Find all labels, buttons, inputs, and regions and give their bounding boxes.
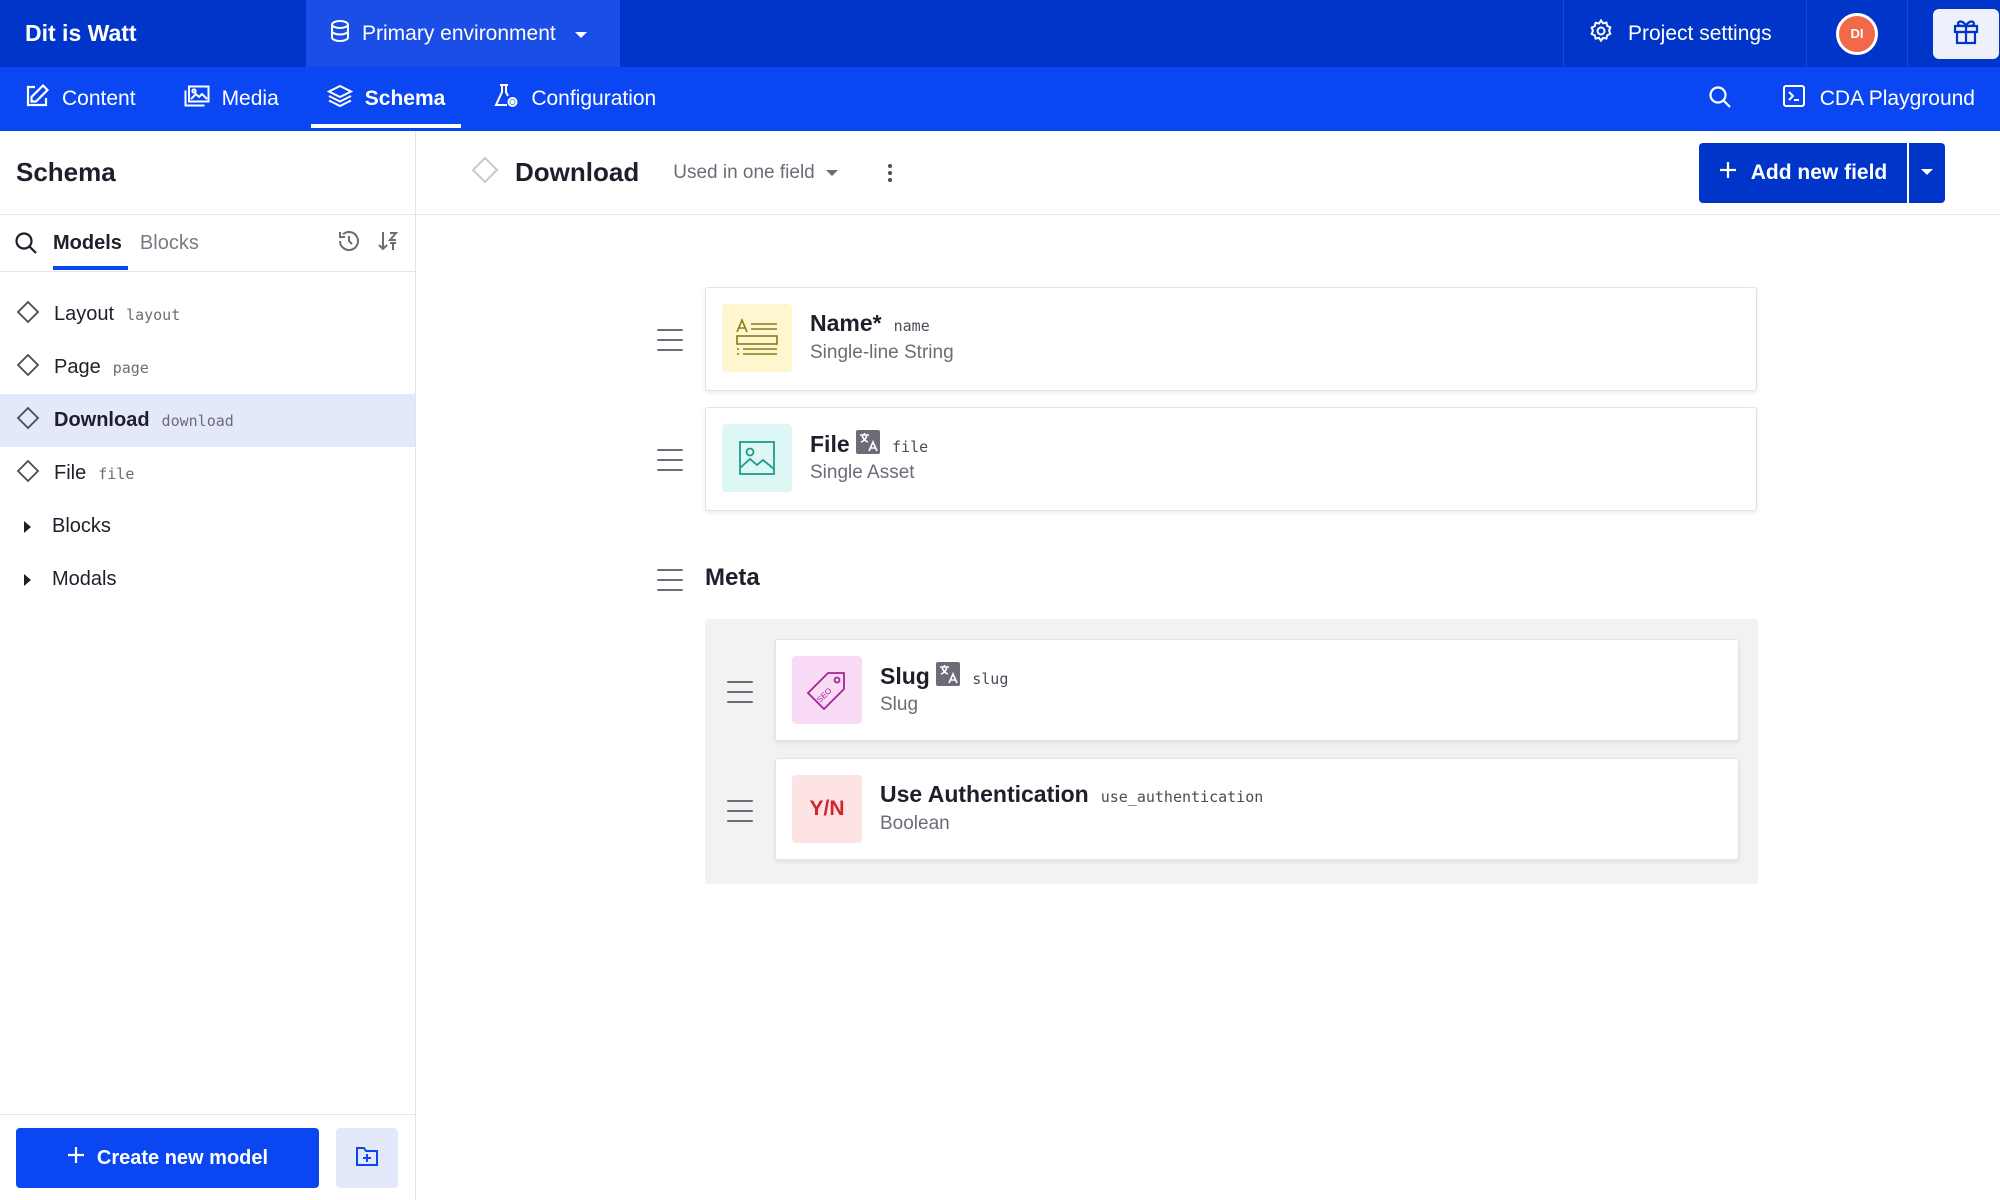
drag-handle-icon[interactable] <box>657 569 683 591</box>
drag-handle-icon[interactable] <box>657 449 683 471</box>
history-icon[interactable] <box>337 229 361 258</box>
usage-dropdown[interactable]: Used in one field <box>673 162 839 184</box>
edit-icon <box>24 83 50 115</box>
diamond-icon <box>471 156 499 189</box>
field-card-file[interactable]: File file Single Asset <box>705 407 1757 511</box>
flask-gear-icon <box>493 83 519 115</box>
model-item-page[interactable]: Page page <box>0 341 415 394</box>
sidebar-tabs: Models Blocks <box>0 215 415 272</box>
field-label: Slug <box>880 662 961 690</box>
image-icon <box>184 85 210 113</box>
diamond-icon <box>16 353 40 383</box>
fieldset-meta: SEO Slug slug Slug Y/N Use Authenticatio… <box>705 619 1758 884</box>
field-card-use-authentication[interactable]: Y/N Use Authentication use_authenticatio… <box>775 758 1739 860</box>
search-icon <box>1708 85 1732 114</box>
field-type: Boolean <box>880 813 950 834</box>
model-tree: Layout layout Page page Download downloa… <box>0 272 415 606</box>
field-card-name[interactable]: Name* name Single-line String <box>705 287 1757 391</box>
environment-switcher[interactable]: Primary environment <box>306 0 620 67</box>
new-folder-button[interactable] <box>336 1128 398 1188</box>
schema-sidebar: Schema Models Blocks Layout layout Page … <box>0 131 416 1200</box>
create-new-model-button[interactable]: Create new model <box>16 1128 319 1188</box>
avatar: DI <box>1836 12 1878 55</box>
model-editor: Download Used in one field Add new field… <box>417 131 2000 1200</box>
search-icon[interactable] <box>14 231 38 255</box>
nav-bar: Content Media Schema Configuration CDA P… <box>0 67 2000 131</box>
group-item-modals[interactable]: Modals <box>0 553 415 606</box>
global-search-button[interactable] <box>1688 67 1752 131</box>
tab-blocks[interactable]: Blocks <box>131 215 208 272</box>
project-name[interactable]: Dit is Watt <box>0 0 306 67</box>
sidebar-title: Schema <box>0 131 415 215</box>
field-card-slug[interactable]: SEO Slug slug Slug <box>775 639 1739 741</box>
tab-media[interactable]: Media <box>160 67 303 131</box>
boolean-icon: Y/N <box>792 775 862 843</box>
caret-right-icon <box>16 573 38 587</box>
gear-icon <box>1589 18 1613 49</box>
field-label: Name* <box>810 310 882 336</box>
plus-icon <box>67 1146 85 1170</box>
diamond-icon <box>16 406 40 436</box>
user-menu[interactable]: DI <box>1806 0 1908 67</box>
more-options-icon[interactable] <box>887 163 893 183</box>
environment-label: Primary environment <box>362 21 556 45</box>
add-field-options-button[interactable] <box>1907 143 1945 203</box>
drag-handle-icon[interactable] <box>657 329 683 351</box>
project-settings-button[interactable]: Project settings <box>1563 0 1806 67</box>
image-icon <box>722 424 792 492</box>
field-type: Slug <box>880 694 919 715</box>
model-title: Download <box>515 157 640 187</box>
add-new-field-group: Add new field <box>1699 143 1945 203</box>
group-item-blocks[interactable]: Blocks <box>0 500 415 553</box>
sort-icon[interactable] <box>377 230 399 257</box>
text-field-icon <box>722 304 792 372</box>
fieldset-title[interactable]: Meta <box>705 564 760 592</box>
model-item-file[interactable]: File file <box>0 447 415 500</box>
add-new-field-button[interactable]: Add new field <box>1699 143 1907 203</box>
caret-right-icon <box>16 520 38 534</box>
model-item-download[interactable]: Download download <box>0 394 415 447</box>
project-settings-label: Project settings <box>1628 21 1772 45</box>
field-api-key: name <box>893 317 930 335</box>
field-api-key: slug <box>972 670 1009 688</box>
plus-icon <box>1719 161 1737 185</box>
caret-down-icon <box>574 22 588 46</box>
tab-configuration[interactable]: Configuration <box>469 67 680 131</box>
field-label: File <box>810 430 881 458</box>
tab-schema[interactable]: Schema <box>303 67 470 131</box>
model-header: Download Used in one field Add new field <box>417 131 2000 215</box>
database-icon <box>330 19 350 48</box>
folder-plus-icon <box>355 1145 379 1172</box>
translate-icon <box>856 430 881 454</box>
cda-playground-button[interactable]: CDA Playground <box>1752 67 2000 131</box>
field-api-key: file <box>892 438 929 456</box>
translate-icon <box>936 662 961 686</box>
tab-content[interactable]: Content <box>0 67 160 131</box>
whats-new-button[interactable] <box>1933 8 1999 59</box>
terminal-icon <box>1782 84 1806 114</box>
layers-icon <box>326 84 354 114</box>
drag-handle-icon[interactable] <box>727 681 753 703</box>
drag-handle-icon[interactable] <box>727 800 753 822</box>
field-type: Single Asset <box>810 462 915 483</box>
diamond-icon <box>16 300 40 330</box>
caret-down-icon <box>1920 164 1934 182</box>
field-type: Single-line String <box>810 342 954 363</box>
caret-down-icon <box>825 162 839 184</box>
gift-icon <box>1952 17 1980 50</box>
tab-models[interactable]: Models <box>44 215 131 272</box>
model-item-layout[interactable]: Layout layout <box>0 288 415 341</box>
field-api-key: use_authentication <box>1100 788 1264 806</box>
diamond-icon <box>16 459 40 489</box>
top-bar: Dit is Watt Primary environment Project … <box>0 0 2000 67</box>
seo-tag-icon: SEO <box>792 656 862 724</box>
field-label: Use Authentication <box>880 781 1089 807</box>
